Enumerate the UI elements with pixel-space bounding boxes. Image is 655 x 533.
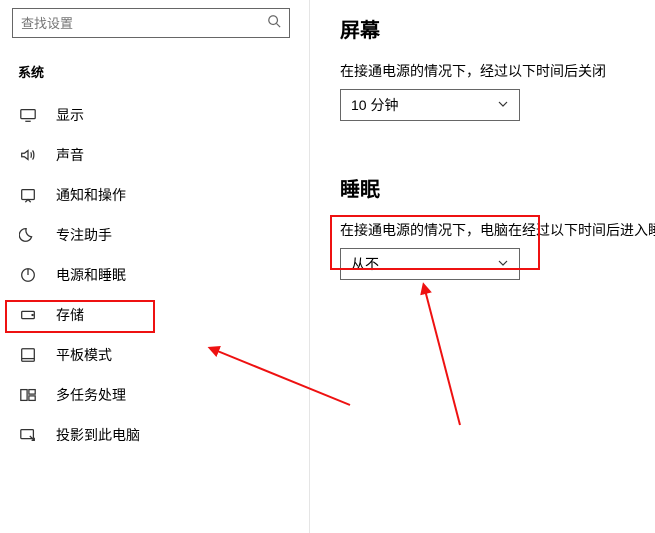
sleep-desc: 在接通电源的情况下，电脑在经过以下时间后进入睡 <box>330 220 655 240</box>
search-box[interactable] <box>12 8 290 38</box>
sidebar-item-label: 平板模式 <box>56 345 112 365</box>
sidebar-item-tablet-mode[interactable]: 平板模式 <box>12 335 297 375</box>
sidebar-item-focus-assist[interactable]: 专注助手 <box>12 215 297 255</box>
sidebar: 系统 显示 声音 通知和操作 专注助手 <box>0 0 310 533</box>
power-icon <box>18 265 38 285</box>
sound-icon <box>18 145 38 165</box>
search-input[interactable] <box>21 16 267 31</box>
notification-icon <box>18 185 38 205</box>
sidebar-item-display[interactable]: 显示 <box>12 95 297 135</box>
sidebar-item-projecting[interactable]: 投影到此电脑 <box>12 415 297 455</box>
sidebar-item-notifications[interactable]: 通知和操作 <box>12 175 297 215</box>
sidebar-item-label: 显示 <box>56 105 84 125</box>
chevron-down-icon <box>497 97 509 113</box>
search-icon <box>267 14 281 33</box>
chevron-down-icon <box>497 256 509 272</box>
sidebar-item-multitasking[interactable]: 多任务处理 <box>12 375 297 415</box>
sidebar-item-label: 多任务处理 <box>56 385 126 405</box>
screen-timeout-dropdown[interactable]: 10 分钟 <box>340 89 520 121</box>
sidebar-item-sound[interactable]: 声音 <box>12 135 297 175</box>
sidebar-section-title: 系统 <box>18 62 297 81</box>
screen-heading: 屏幕 <box>330 14 655 43</box>
sidebar-item-label: 存储 <box>56 305 84 325</box>
sidebar-item-label: 声音 <box>56 145 84 165</box>
screen-desc: 在接通电源的情况下，经过以下时间后关闭 <box>330 61 655 81</box>
sidebar-item-label: 通知和操作 <box>56 185 126 205</box>
main-panel: 屏幕 在接通电源的情况下，经过以下时间后关闭 10 分钟 睡眠 在接通电源的情况… <box>330 0 655 280</box>
sidebar-item-storage[interactable]: 存储 <box>12 295 297 335</box>
tablet-icon <box>18 345 38 365</box>
sleep-heading: 睡眠 <box>330 173 655 202</box>
project-icon <box>18 425 38 445</box>
dropdown-value: 从不 <box>351 254 379 274</box>
storage-icon <box>18 305 38 325</box>
dropdown-value: 10 分钟 <box>351 95 398 115</box>
sleep-timeout-dropdown[interactable]: 从不 <box>340 248 520 280</box>
sidebar-item-label: 投影到此电脑 <box>56 425 140 445</box>
display-icon <box>18 105 38 125</box>
multitask-icon <box>18 385 38 405</box>
moon-icon <box>18 225 38 245</box>
sidebar-item-label: 专注助手 <box>56 225 112 245</box>
sidebar-item-label: 电源和睡眠 <box>56 265 126 285</box>
sidebar-item-power-sleep[interactable]: 电源和睡眠 <box>12 255 297 295</box>
